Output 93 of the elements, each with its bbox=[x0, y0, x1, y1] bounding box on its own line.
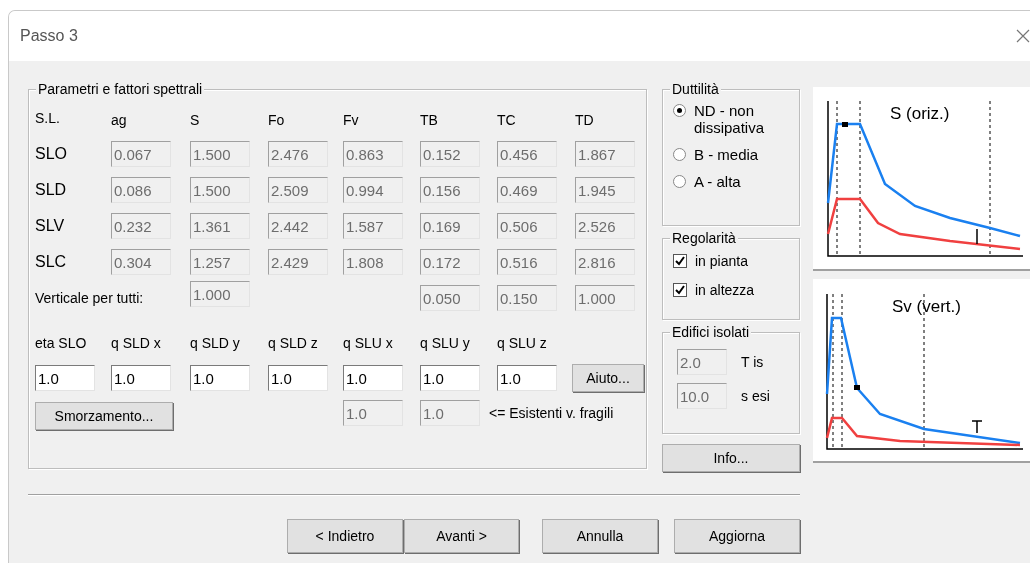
value-field[interactable]: 0.863 bbox=[343, 141, 403, 167]
column-header: S bbox=[190, 111, 201, 130]
value-field[interactable]: 1.257 bbox=[190, 249, 250, 275]
row-label: SLV bbox=[35, 216, 66, 236]
close-icon[interactable] bbox=[1016, 29, 1030, 43]
column-header: S.L. bbox=[35, 109, 61, 128]
marker bbox=[854, 385, 860, 390]
damping-button[interactable]: Smorzamento... bbox=[35, 402, 173, 430]
column-header: TD bbox=[575, 111, 595, 130]
value-field[interactable]: 0.506 bbox=[497, 213, 557, 239]
column-header: Fo bbox=[268, 111, 286, 130]
radio-button[interactable] bbox=[673, 104, 686, 117]
field-label: eta SLO bbox=[35, 334, 88, 353]
radio-option[interactable]: B - media bbox=[673, 146, 793, 163]
help-button[interactable]: Aiuto... bbox=[572, 364, 644, 392]
field-label: q SLU x bbox=[343, 334, 394, 353]
value-field[interactable]: 2.476 bbox=[268, 141, 328, 167]
plot-title: S (oriz.) bbox=[890, 104, 950, 123]
field-label: T is bbox=[741, 352, 764, 372]
value-field[interactable]: 1.867 bbox=[575, 141, 635, 167]
group-title: Parametri e fattori spettrali bbox=[36, 81, 205, 98]
input-field[interactable]: 1.0 bbox=[268, 365, 328, 391]
field-label: q SLD y bbox=[190, 334, 241, 353]
radio-option[interactable]: ND - non dissipativa bbox=[673, 102, 793, 136]
value-field[interactable]: 0.169 bbox=[420, 213, 480, 239]
back-button[interactable]: < Indietro bbox=[287, 519, 403, 553]
value-field[interactable]: 2.526 bbox=[575, 213, 635, 239]
value-field[interactable]: 1.587 bbox=[343, 213, 403, 239]
row-label: SLC bbox=[35, 252, 68, 272]
row-label: SLD bbox=[35, 180, 68, 200]
value-field[interactable]: 2.509 bbox=[268, 177, 328, 203]
value-field[interactable]: 10.0 bbox=[677, 383, 727, 409]
value-field[interactable]: 0.067 bbox=[111, 141, 171, 167]
value-field[interactable]: 1.361 bbox=[190, 213, 250, 239]
column-header: TC bbox=[497, 111, 517, 130]
cancel-button[interactable]: Annulla bbox=[542, 519, 658, 553]
group-title: Regolarità bbox=[670, 230, 738, 247]
column-header: ag bbox=[111, 111, 128, 130]
input-field[interactable]: 1.0 bbox=[420, 365, 480, 391]
window-title: Passo 3 bbox=[20, 26, 78, 46]
value-field[interactable]: 0.994 bbox=[343, 177, 403, 203]
checkbox[interactable] bbox=[673, 254, 687, 268]
value-field[interactable]: 1.500 bbox=[190, 141, 250, 167]
field-label: q SLU y bbox=[420, 334, 471, 353]
value-field[interactable]: 0.456 bbox=[497, 141, 557, 167]
next-button[interactable]: Avanti > bbox=[404, 519, 519, 553]
column-header: TB bbox=[420, 111, 439, 130]
value-field[interactable]: 0.152 bbox=[420, 141, 480, 167]
update-button[interactable]: Aggiorna bbox=[674, 519, 800, 553]
value-field[interactable]: 1.0 bbox=[343, 400, 403, 426]
input-field[interactable]: 1.0 bbox=[111, 365, 171, 391]
info-button[interactable]: Info... bbox=[662, 444, 800, 472]
value-field[interactable]: 0.156 bbox=[420, 177, 480, 203]
input-field[interactable]: 1.0 bbox=[35, 365, 95, 391]
value-field[interactable]: 0.232 bbox=[111, 213, 171, 239]
value-field[interactable]: 0.469 bbox=[497, 177, 557, 203]
field-label: q SLD z bbox=[268, 334, 319, 353]
value-field[interactable]: 1.945 bbox=[575, 177, 635, 203]
checkbox[interactable] bbox=[673, 283, 687, 297]
value-field[interactable]: 2.816 bbox=[575, 249, 635, 275]
row-label: SLO bbox=[35, 144, 68, 164]
row-label: Verticale per tutti: bbox=[35, 288, 145, 308]
period-marker bbox=[976, 228, 978, 245]
value-field[interactable]: 2.0 bbox=[677, 349, 727, 375]
note-text: <= Esistenti v. fragili bbox=[489, 403, 615, 423]
period-marker bbox=[971, 420, 983, 434]
plot-title: Sv (vert.) bbox=[892, 297, 961, 316]
value-field[interactable]: 1.0 bbox=[420, 400, 480, 426]
radio-button[interactable] bbox=[673, 175, 686, 188]
value-field[interactable]: 2.442 bbox=[268, 213, 328, 239]
radio-option[interactable]: A - alta bbox=[673, 173, 793, 190]
value-field[interactable]: 1.000 bbox=[190, 281, 250, 307]
input-field[interactable]: 1.0 bbox=[497, 365, 557, 391]
value-field[interactable]: 2.429 bbox=[268, 249, 328, 275]
field-label: q SLD x bbox=[111, 334, 162, 353]
input-field[interactable]: 1.0 bbox=[190, 365, 250, 391]
value-field[interactable]: 0.086 bbox=[111, 177, 171, 203]
checkbox-label: in pianta bbox=[695, 253, 748, 270]
column-header: Fv bbox=[343, 111, 360, 130]
value-field[interactable]: 0.150 bbox=[497, 285, 557, 311]
value-field[interactable]: 1.500 bbox=[190, 177, 250, 203]
field-label: q SLU z bbox=[497, 334, 548, 353]
value-field[interactable]: 0.050 bbox=[420, 285, 480, 311]
marker bbox=[842, 122, 848, 127]
value-field[interactable]: 0.172 bbox=[420, 249, 480, 275]
value-field[interactable]: 1.000 bbox=[575, 285, 635, 311]
radio-button[interactable] bbox=[673, 148, 686, 161]
field-label: s esi bbox=[741, 386, 770, 406]
value-field[interactable]: 1.808 bbox=[343, 249, 403, 275]
value-field[interactable]: 0.304 bbox=[111, 249, 171, 275]
checkbox-label: in altezza bbox=[695, 282, 755, 299]
value-field[interactable]: 0.516 bbox=[497, 249, 557, 275]
input-field[interactable]: 1.0 bbox=[343, 365, 403, 391]
